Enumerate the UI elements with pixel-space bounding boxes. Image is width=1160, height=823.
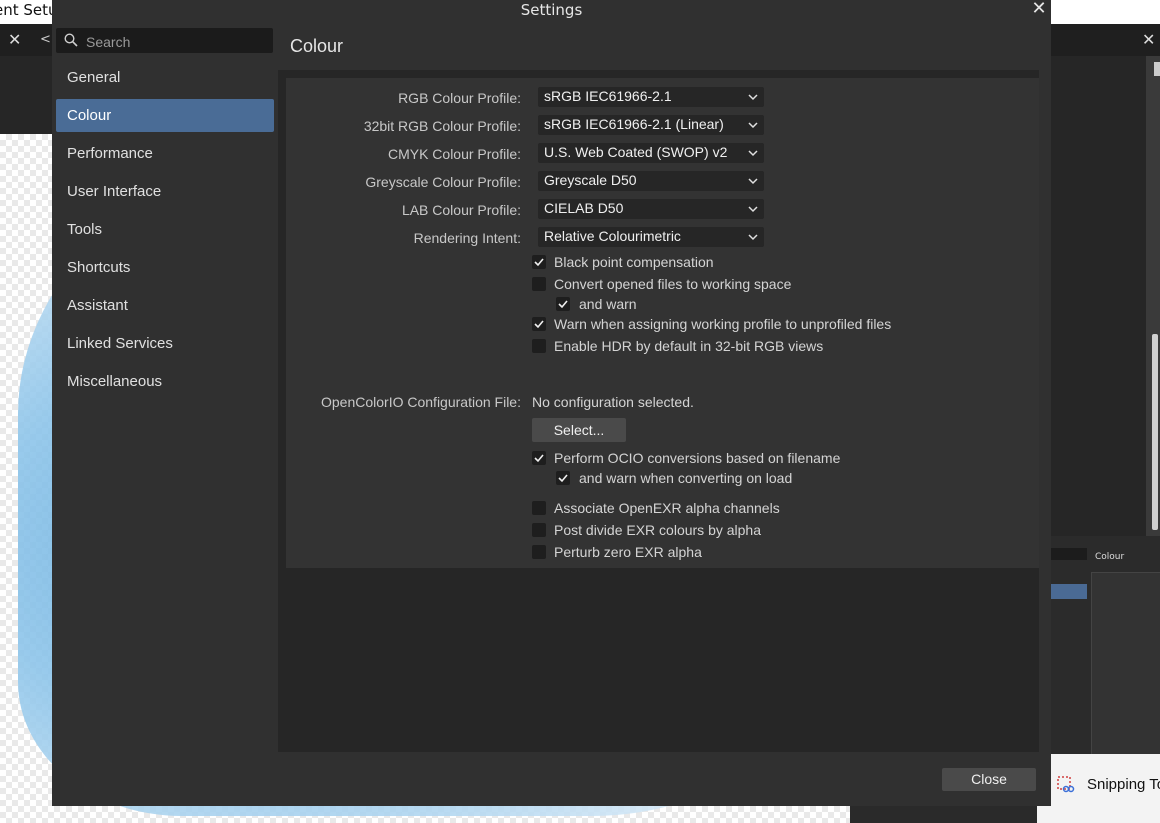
- rgb32-profile-label: 32bit RGB Colour Profile:: [363, 118, 521, 134]
- settings-dialog: Settings ✕ General Colour Performance Us…: [52, 0, 1051, 806]
- settings-content: RGB Colour Profile: sRGB IEC61966-2.1 32…: [278, 70, 1039, 752]
- warn-converting-on-load-checkbox[interactable]: and warn when converting on load: [556, 469, 792, 487]
- checkbox-label: and warn when converting on load: [579, 470, 793, 486]
- greyscale-profile-label: Greyscale Colour Profile:: [365, 174, 521, 190]
- close-button[interactable]: Close: [942, 768, 1036, 791]
- checkbox-label: Convert opened files to working space: [554, 276, 792, 292]
- checkbox-checked[interactable]: [532, 451, 546, 465]
- enable-hdr-checkbox[interactable]: Enable HDR by default in 32-bit RGB view…: [532, 337, 823, 355]
- cmyk-profile-select[interactable]: U.S. Web Coated (SWOP) v2: [538, 143, 764, 163]
- checkmark-icon: [534, 258, 544, 267]
- checkbox-label: Enable HDR by default in 32-bit RGB view…: [554, 338, 824, 354]
- nav-item-linked-services[interactable]: Linked Services: [56, 327, 274, 360]
- snipping-thumbnail[interactable]: Colour: [1037, 536, 1160, 754]
- checkbox-label: Perform OCIO conversions based on filena…: [554, 450, 841, 466]
- cmyk-profile-label: CMYK Colour Profile:: [387, 146, 521, 162]
- greyscale-profile-value: Greyscale D50: [544, 172, 637, 188]
- rendering-intent-label: Rendering Intent:: [413, 230, 521, 246]
- snipping-tool-label: Snipping To: [1087, 776, 1160, 793]
- checkbox-checked[interactable]: [532, 317, 546, 331]
- checkmark-icon: [534, 320, 544, 329]
- checkmark-icon: [558, 300, 568, 309]
- checkbox-label: and warn: [579, 296, 637, 312]
- perform-ocio-checkbox[interactable]: Perform OCIO conversions based on filena…: [532, 449, 840, 467]
- select-config-button[interactable]: Select...: [532, 418, 626, 442]
- lab-profile-value: CIELAB D50: [544, 200, 624, 216]
- thumbnail-panel: [1091, 572, 1160, 754]
- chevron-down-icon: [748, 206, 758, 213]
- checkbox-unchecked[interactable]: [532, 339, 546, 353]
- nav-item-user-interface[interactable]: User Interface: [56, 175, 274, 208]
- checkbox-unchecked[interactable]: [532, 545, 546, 559]
- background-right-panel: [1040, 56, 1160, 536]
- background-scrollbar-thumb[interactable]: [1152, 334, 1158, 530]
- greyscale-profile-select[interactable]: Greyscale D50: [538, 171, 764, 191]
- colour-settings-panel: RGB Colour Profile: sRGB IEC61966-2.1 32…: [286, 78, 1039, 568]
- checkbox-unchecked[interactable]: [532, 277, 546, 291]
- perturb-zero-exr-alpha-checkbox[interactable]: Perturb zero EXR alpha: [532, 543, 702, 561]
- nav-item-colour[interactable]: Colour: [56, 99, 274, 132]
- and-warn-checkbox[interactable]: and warn: [556, 295, 637, 313]
- checkbox-label: Associate OpenEXR alpha channels: [554, 500, 780, 516]
- background-tab-label[interactable]: <: [40, 32, 51, 47]
- ocio-config-value: No configuration selected.: [532, 394, 694, 410]
- chevron-down-icon: [748, 150, 758, 157]
- checkbox-label: Perturb zero EXR alpha: [554, 544, 702, 560]
- checkbox-checked[interactable]: [556, 297, 570, 311]
- convert-opened-files-checkbox[interactable]: Convert opened files to working space: [532, 275, 791, 293]
- nav-item-performance[interactable]: Performance: [56, 137, 274, 170]
- chevron-down-icon: [748, 122, 758, 129]
- nav-item-general[interactable]: General: [56, 61, 274, 94]
- search-input[interactable]: [84, 31, 268, 52]
- cmyk-profile-value: U.S. Web Coated (SWOP) v2: [544, 144, 728, 160]
- settings-nav: General Colour Performance User Interfac…: [56, 61, 274, 403]
- checkbox-checked[interactable]: [532, 255, 546, 269]
- nav-item-miscellaneous[interactable]: Miscellaneous: [56, 365, 274, 398]
- rgb32-profile-select[interactable]: sRGB IEC61966-2.1 (Linear): [538, 115, 764, 135]
- background-window-title: ent Setu: [0, 1, 58, 19]
- background-tab-close-icon[interactable]: ✕: [8, 30, 21, 49]
- warn-assigning-profile-checkbox[interactable]: Warn when assigning working profile to u…: [532, 315, 891, 333]
- nav-item-tools[interactable]: Tools: [56, 213, 274, 246]
- checkbox-label: Black point compensation: [554, 254, 714, 270]
- lab-profile-label: LAB Colour Profile:: [401, 202, 521, 218]
- thumbnail-title: Colour: [1095, 552, 1125, 562]
- ocio-config-label: OpenColorIO Configuration File:: [321, 394, 521, 410]
- rendering-intent-value: Relative Colourimetric: [544, 228, 681, 244]
- checkmark-icon: [558, 474, 568, 483]
- checkmark-icon: [534, 454, 544, 463]
- nav-item-shortcuts[interactable]: Shortcuts: [56, 251, 274, 284]
- close-icon[interactable]: ✕: [1028, 0, 1050, 20]
- rgb-profile-select[interactable]: sRGB IEC61966-2.1: [538, 87, 764, 107]
- rgb-profile-label: RGB Colour Profile:: [398, 90, 521, 106]
- search-icon: [64, 33, 78, 47]
- dialog-title: Settings: [520, 1, 583, 19]
- chevron-down-icon: [748, 178, 758, 185]
- nav-item-assistant[interactable]: Assistant: [56, 289, 274, 322]
- checkbox-checked[interactable]: [556, 471, 570, 485]
- lab-profile-select[interactable]: CIELAB D50: [538, 199, 764, 219]
- chevron-down-icon: [748, 234, 758, 241]
- black-point-compensation-checkbox[interactable]: Black point compensation: [532, 253, 714, 271]
- scissors-icon: [1057, 776, 1075, 793]
- search-box[interactable]: [56, 28, 273, 53]
- rgb-profile-value: sRGB IEC61966-2.1: [544, 88, 672, 104]
- checkbox-label: Post divide EXR colours by alpha: [554, 522, 761, 538]
- chevron-down-icon: [748, 94, 758, 101]
- page-title: Colour: [290, 36, 344, 56]
- background-scrollbar-arrow[interactable]: [1154, 62, 1160, 76]
- checkbox-unchecked[interactable]: [532, 523, 546, 537]
- associate-openexr-alpha-checkbox[interactable]: Associate OpenEXR alpha channels: [532, 499, 780, 517]
- checkbox-label: Warn when assigning working profile to u…: [554, 316, 892, 332]
- rgb32-profile-value: sRGB IEC61966-2.1 (Linear): [544, 116, 724, 132]
- background-panel-close-icon[interactable]: ✕: [1142, 30, 1155, 49]
- post-divide-exr-checkbox[interactable]: Post divide EXR colours by alpha: [532, 521, 761, 539]
- rendering-intent-select[interactable]: Relative Colourimetric: [538, 227, 764, 247]
- checkbox-unchecked[interactable]: [532, 501, 546, 515]
